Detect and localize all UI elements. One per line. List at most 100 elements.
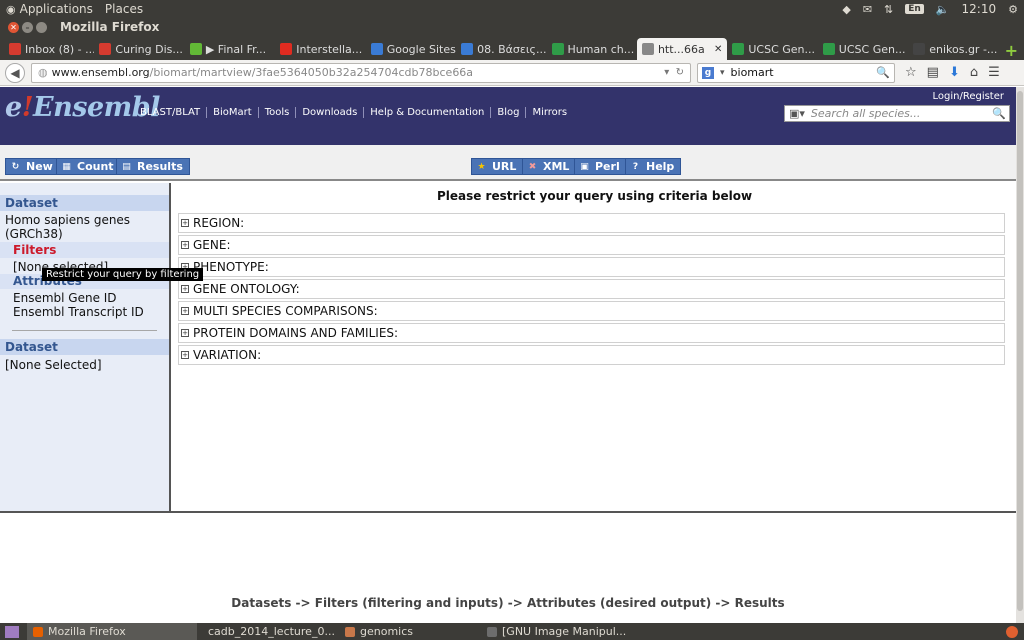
window-close-button[interactable]: ✕ bbox=[8, 21, 19, 33]
attribute-item[interactable]: Ensembl Gene ID bbox=[0, 291, 169, 305]
taskbar-item[interactable]: Mozilla Firefox bbox=[27, 623, 197, 640]
browser-tab[interactable]: enikos.gr -... bbox=[908, 38, 998, 60]
ucsc-icon bbox=[822, 43, 835, 55]
ubuntu-icon: ◉ bbox=[6, 2, 16, 16]
power-gear-icon[interactable]: ⚙ bbox=[1008, 3, 1018, 16]
browser-tab[interactable]: Curing Dis... bbox=[94, 38, 184, 60]
help-button[interactable]: ? Help bbox=[625, 158, 682, 175]
url-dropdown-and-reload[interactable]: ▾ ↻ bbox=[664, 67, 684, 78]
browser-tab[interactable]: UCSC Gen... bbox=[818, 38, 908, 60]
perl-export-button[interactable]: ▣ Perl bbox=[574, 158, 627, 175]
filter-section[interactable]: + REGION: bbox=[178, 213, 1005, 233]
gmail-icon bbox=[9, 43, 21, 55]
url-bar[interactable]: ◍ www.ensembl.org /biomart/martview/3fae… bbox=[31, 62, 691, 83]
browser-tab[interactable]: 08. Βάσεις... bbox=[456, 38, 546, 60]
page-scrollbar[interactable] bbox=[1016, 87, 1024, 623]
clock[interactable]: 12:10 bbox=[962, 2, 997, 16]
downloads-icon[interactable]: ⬇ bbox=[949, 65, 960, 80]
back-button[interactable]: ◀ bbox=[5, 62, 25, 83]
ensembl-nav-item[interactable]: Help & Documentation bbox=[363, 107, 490, 118]
xml-export-button[interactable]: ✖ XML bbox=[522, 158, 577, 175]
taskbar-item[interactable]: genomics bbox=[339, 623, 481, 640]
dataset-heading[interactable]: Dataset bbox=[0, 195, 169, 211]
firefox-icon bbox=[33, 626, 43, 637]
sidebar: Dataset Homo sapiens genes (GRCh38) Filt… bbox=[0, 183, 171, 511]
home-icon[interactable]: ⌂ bbox=[970, 65, 978, 80]
new-button[interactable]: ↻ New bbox=[5, 158, 60, 175]
browser-tab[interactable]: Inbox (8) - ... bbox=[4, 38, 94, 60]
window-titlebar: ✕ – Mozilla Firefox bbox=[0, 18, 1024, 36]
keyboard-layout-indicator[interactable]: En bbox=[905, 4, 924, 14]
show-desktop-button[interactable] bbox=[5, 625, 19, 638]
login-register-link[interactable]: Login/Register bbox=[932, 91, 1004, 102]
volume-icon[interactable]: 🔈 bbox=[936, 3, 950, 16]
filters-heading[interactable]: Filters bbox=[0, 242, 169, 258]
applications-menu[interactable]: ◉ Applications bbox=[6, 2, 93, 16]
trash-icon[interactable] bbox=[1006, 625, 1018, 638]
scrollbar-thumb[interactable] bbox=[1017, 91, 1023, 611]
browser-tab[interactable]: Interstella... bbox=[275, 38, 365, 60]
web-search-bar[interactable]: g ▾ biomart 🔍 bbox=[697, 62, 895, 83]
ensembl-nav-item[interactable]: BLAST/BLAT bbox=[134, 107, 206, 118]
tab-label: UCSC Gen... bbox=[838, 42, 906, 56]
filter-section[interactable]: + PROTEIN DOMAINS AND FAMILIES: bbox=[178, 323, 1005, 343]
network-icon[interactable]: ⇅ bbox=[884, 3, 893, 16]
ensembl-nav-item[interactable]: Mirrors bbox=[525, 107, 573, 118]
taskbar-item-label: Mozilla Firefox bbox=[48, 625, 126, 638]
filter-section[interactable]: + GENE ONTOLOGY: bbox=[178, 279, 1005, 299]
messaging-icon[interactable]: ✉ bbox=[863, 3, 872, 16]
ensembl-nav-item[interactable]: Downloads bbox=[295, 107, 363, 118]
new-tab-plus-icon[interactable]: + bbox=[999, 41, 1024, 60]
dropbox-icon[interactable]: ◆ bbox=[842, 3, 850, 16]
taskbar-item-label: [GNU Image Manipul... bbox=[502, 625, 627, 638]
results-button[interactable]: ▤ Results bbox=[116, 158, 190, 175]
window-minimize-button[interactable]: – bbox=[22, 21, 33, 33]
filter-section[interactable]: + VARIATION: bbox=[178, 345, 1005, 365]
expand-plus-icon[interactable]: + bbox=[181, 351, 189, 359]
species-search-type-icon[interactable]: ▣▾ bbox=[789, 107, 805, 120]
expand-plus-icon[interactable]: + bbox=[181, 307, 189, 315]
dataset2-value[interactable]: [None Selected] bbox=[0, 358, 169, 372]
menu-hamburger-icon[interactable]: ☰ bbox=[988, 65, 1000, 80]
url-export-button[interactable]: ★ URL bbox=[471, 158, 524, 175]
ensembl-nav-item[interactable]: Tools bbox=[257, 107, 296, 118]
star-icon: ★ bbox=[477, 161, 486, 172]
dataset-name[interactable]: Homo sapiens genes (GRCh38) bbox=[0, 213, 169, 241]
search-icon[interactable]: 🔍 bbox=[876, 66, 890, 79]
ensembl-nav-item[interactable]: BioMart bbox=[206, 107, 258, 118]
browser-tab[interactable]: UCSC Gen... bbox=[727, 38, 817, 60]
filter-section-label: VARIATION: bbox=[193, 348, 262, 362]
expand-plus-icon[interactable]: + bbox=[181, 241, 189, 249]
filter-section[interactable]: + GENE: bbox=[178, 235, 1005, 255]
new-label: New bbox=[26, 160, 53, 173]
attributes-list: Ensembl Gene ID Ensembl Transcript ID bbox=[0, 291, 169, 319]
help-label: Help bbox=[646, 160, 675, 173]
tab-close-icon[interactable]: ✕ bbox=[714, 44, 722, 55]
species-search-icon[interactable]: 🔍 bbox=[992, 107, 1006, 120]
species-search-input[interactable]: ▣▾ Search all species... 🔍 bbox=[784, 105, 1010, 122]
reading-list-icon[interactable]: ▤ bbox=[927, 65, 939, 80]
attribute-item[interactable]: Ensembl Transcript ID bbox=[0, 305, 169, 319]
dataset2-heading[interactable]: Dataset bbox=[0, 339, 169, 355]
expand-plus-icon[interactable]: + bbox=[181, 285, 189, 293]
browser-tab[interactable]: ▶ Final Fr... bbox=[185, 38, 275, 60]
bookmark-star-icon[interactable]: ☆ bbox=[905, 65, 917, 80]
places-menu[interactable]: Places bbox=[105, 2, 143, 16]
browser-tab[interactable]: Google Sites bbox=[366, 38, 456, 60]
expand-plus-icon[interactable]: + bbox=[181, 219, 189, 227]
applications-label: Applications bbox=[19, 2, 93, 16]
filter-section[interactable]: + MULTI SPECIES COMPARISONS: bbox=[178, 301, 1005, 321]
window-maximize-button[interactable] bbox=[36, 21, 47, 33]
taskbar-item[interactable]: cadb_2014_lecture_0... bbox=[197, 623, 339, 640]
count-button[interactable]: ▦ Count bbox=[56, 158, 121, 175]
google-engine-icon[interactable]: g bbox=[702, 66, 714, 79]
main-panel: Please restrict your query using criteri… bbox=[173, 183, 1016, 511]
ensembl-nav-item[interactable]: Blog bbox=[490, 107, 525, 118]
expand-plus-icon[interactable]: + bbox=[181, 329, 189, 337]
sites-icon bbox=[370, 43, 383, 55]
browser-tab[interactable]: Human ch... bbox=[547, 38, 637, 60]
browser-tab[interactable]: htt...66a ✕ bbox=[636, 38, 728, 60]
taskbar-item[interactable]: [GNU Image Manipul... bbox=[481, 623, 701, 640]
filter-section[interactable]: + PHENOTYPE: bbox=[178, 257, 1005, 277]
search-engine-chevron-icon[interactable]: ▾ bbox=[720, 68, 725, 78]
